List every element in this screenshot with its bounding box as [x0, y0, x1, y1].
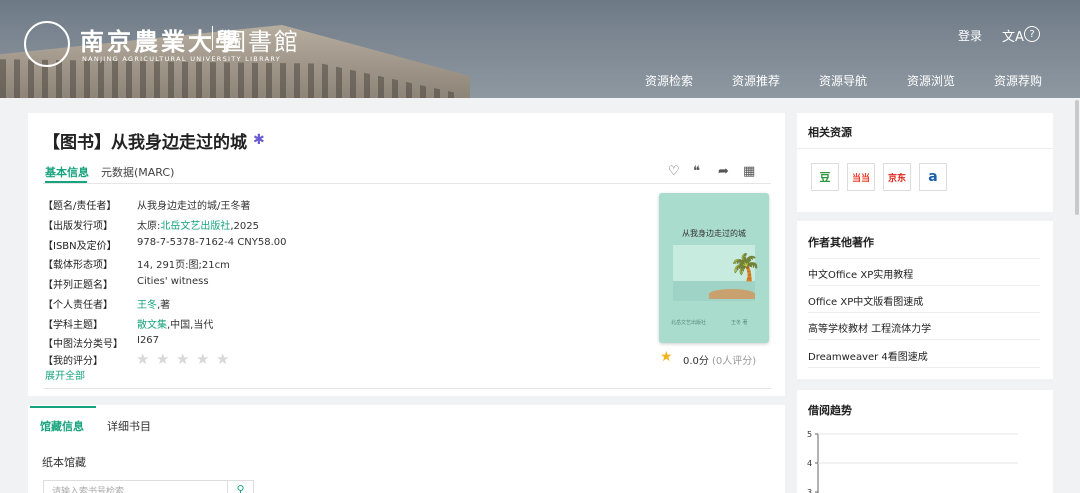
paper-holdings-label: 纸本馆藏 — [42, 456, 86, 469]
author-works-title: 作者其他著作 — [808, 236, 874, 249]
y-tick-label: 5 — [807, 430, 812, 439]
dangdang-icon[interactable]: 当当 — [847, 163, 875, 191]
field-value-subject: 散文集,中国,当代 — [137, 316, 213, 331]
qrcode-icon[interactable]: ▦ — [743, 164, 755, 179]
logo-university-name[interactable]: 南京農業大學 — [80, 22, 242, 57]
nav-resource-purchase[interactable]: 资源荐购 — [994, 72, 1042, 89]
university-seal-icon[interactable] — [24, 21, 70, 67]
tab-marc[interactable]: 元数据(MARC) — [101, 164, 174, 180]
y-tick-label: 4 — [807, 459, 812, 468]
field-label-publisher: 【出版发行项】 — [43, 221, 113, 232]
works-divider — [808, 258, 1040, 259]
works-divider — [808, 285, 1040, 286]
score-star-icon: ★ — [660, 349, 673, 365]
amazon-icon[interactable]: a — [919, 163, 947, 191]
cover-island — [709, 289, 755, 299]
flower-icon: ✱ — [253, 132, 265, 148]
cover-title: 从我身边走过的城 — [682, 229, 746, 238]
author-work-item[interactable]: Dreamweaver 4看图速成 — [808, 348, 928, 363]
language-icon[interactable]: 文A — [1002, 26, 1024, 45]
search-icon[interactable]: ⚲ — [228, 480, 254, 493]
nav-resource-browse[interactable]: 资源浏览 — [907, 72, 955, 89]
rating-star-4-icon[interactable]: ★ — [196, 350, 209, 368]
author-work-item[interactable]: Office XP中文版看图速成 — [808, 293, 923, 308]
field-label-subject: 【学科主题】 — [43, 320, 103, 331]
favorite-heart-icon[interactable]: ♡ — [668, 164, 680, 179]
field-label-title: 【题名/责任者】 — [43, 201, 117, 212]
related-divider — [797, 148, 1053, 149]
field-value-parallel-title: Cities' witness — [137, 276, 209, 287]
author-work-item[interactable]: 高等学校教材 工程流体力学 — [808, 320, 931, 335]
rating-star-2-icon[interactable]: ★ — [156, 350, 169, 368]
cover-author: 王冬 著 — [731, 320, 748, 326]
field-label-classification: 【中图法分类号】 — [43, 339, 123, 350]
nav-resource-navigation[interactable]: 资源导航 — [819, 72, 867, 89]
help-icon[interactable]: ? — [1024, 26, 1040, 42]
expand-all-link[interactable]: 展开全部 — [45, 367, 85, 382]
field-label-physical: 【载体形态项】 — [43, 260, 113, 271]
average-score: 0.0分 — [683, 356, 709, 367]
card-divider — [43, 388, 771, 389]
logo-english-name: NANJING AGRICULTURAL UNIVERSITY LIBRARY — [82, 55, 282, 63]
nav-resource-search[interactable]: 资源检索 — [645, 72, 693, 89]
field-value-title: 从我身边走过的城/王冬著 — [137, 201, 251, 212]
nav-resource-recommend[interactable]: 资源推荐 — [732, 72, 780, 89]
share-icon[interactable]: ➦ — [718, 164, 729, 179]
y-tick-label: 3 — [807, 488, 812, 493]
author-suffix: ,著 — [157, 300, 171, 311]
field-label-parallel-title: 【并列正题名】 — [43, 280, 113, 291]
field-label-isbn: 【ISBN及定价】 — [43, 241, 117, 252]
score-count: (0人评分) — [712, 356, 757, 367]
works-divider — [808, 339, 1040, 340]
subject-link[interactable]: 散文集 — [137, 320, 167, 331]
page-title: 【图书】从我身边走过的城 — [43, 133, 247, 153]
tab-divider — [43, 183, 771, 184]
publisher-link[interactable]: 北岳文艺出版社 — [160, 221, 230, 232]
works-divider — [808, 312, 1040, 313]
logo-library-name[interactable]: 圖書館 — [222, 22, 300, 57]
book-cover-image[interactable]: 🌴 从我身边走过的城 北岳文艺出版社 王冬 著 — [659, 193, 769, 343]
subject-suffix: ,中国,当代 — [167, 320, 214, 331]
rating-star-1-icon[interactable]: ★ — [136, 350, 149, 368]
publisher-place: 太原: — [137, 221, 161, 232]
field-label-author: 【个人责任者】 — [43, 300, 113, 311]
rating-star-3-icon[interactable]: ★ — [176, 350, 189, 368]
tab-detailed-catalog[interactable]: 详细书目 — [107, 418, 151, 434]
field-value-isbn: 978-7-5378-7162-4 CNY58.00 — [137, 237, 287, 248]
tab-basic-info[interactable]: 基本信息 — [45, 164, 89, 180]
cover-publisher: 北岳文艺出版社 — [671, 320, 707, 326]
publisher-year: ,2025 — [230, 221, 260, 232]
page-scrollbar[interactable] — [1075, 100, 1079, 215]
field-label-my-rating: 【我的评分】 — [43, 356, 103, 367]
logo-divider — [212, 26, 213, 50]
tab-holdings[interactable]: 馆藏信息 — [40, 418, 84, 434]
quote-icon[interactable]: ❝ — [693, 164, 700, 179]
related-resources-title: 相关资源 — [808, 126, 852, 139]
douban-icon[interactable]: 豆 — [811, 163, 839, 191]
field-value-publisher: 太原:北岳文艺出版社,2025 — [137, 217, 259, 232]
borrow-trend-title: 借阅趋势 — [808, 404, 852, 417]
jd-icon[interactable]: 京东 — [883, 163, 911, 191]
author-link[interactable]: 王冬 — [137, 300, 157, 311]
author-work-item[interactable]: 中文Office XP实用教程 — [808, 266, 913, 281]
works-divider — [808, 367, 1040, 368]
login-link[interactable]: 登录 — [958, 27, 982, 44]
field-value-physical: 14, 291页:图;21cm — [137, 260, 230, 271]
site-header: 南京農業大學 圖書館 NANJING AGRICULTURAL UNIVERSI… — [0, 0, 1080, 98]
borrow-trend-chart: 5 4 3 — [807, 430, 1018, 493]
field-value-classification: I267 — [137, 335, 160, 346]
palm-tree-icon: 🌴 — [729, 253, 762, 283]
call-number-search-input[interactable]: 请输入索书号检索 — [43, 480, 228, 493]
holdings-tab-indicator — [30, 406, 96, 408]
rating-star-5-icon[interactable]: ★ — [216, 350, 229, 368]
field-value-author: 王冬,著 — [137, 296, 170, 311]
